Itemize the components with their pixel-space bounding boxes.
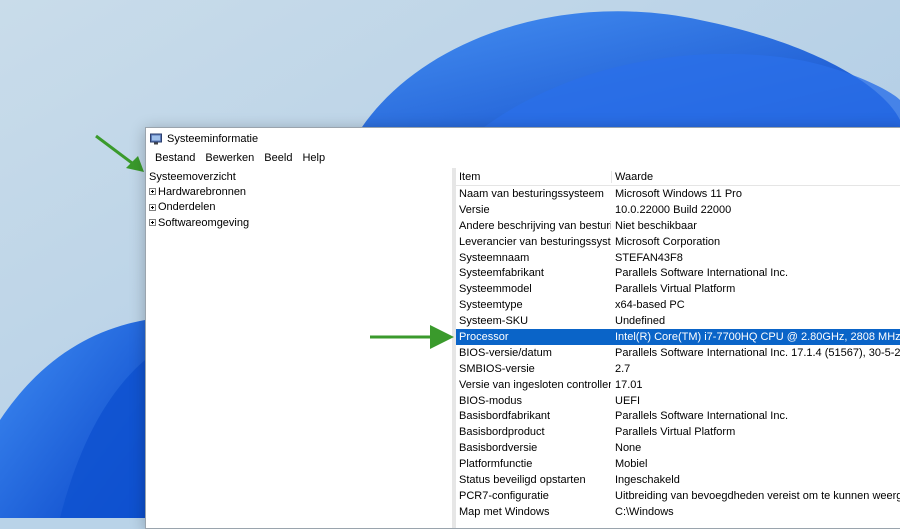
row-item: Naam van besturingssysteem [459,187,604,200]
menu-bewerken[interactable]: Bewerken [200,152,259,164]
window-title: Systeeminformatie [167,133,259,145]
tree-item-systeemoverzicht[interactable]: Systeemoverzicht [146,170,452,184]
tree-item-label: Hardwarebronnen [158,185,247,198]
row-item: Systeemfabrikant [459,267,544,280]
row-item: Systeemtype [459,299,523,312]
table-row[interactable]: Systeemtype x64-based PC [456,297,900,313]
details-list: Item Waarde Naam van besturingssysteem Mi… [456,168,900,528]
tree-item-onderdelen[interactable]: Onderdelen [146,200,452,216]
row-value: UEFI [615,394,641,407]
column-header-item[interactable]: Item [456,171,611,183]
green-arrow-icon [370,325,454,349]
row-item: Basisbordfabrikant [459,410,551,423]
row-value: 17.01 [615,378,643,391]
table-row[interactable]: Systeemfabrikant Parallels Software Inter… [456,265,900,281]
row-value: Microsoft Windows 11 Pro [615,187,742,200]
row-item: Basisbordversie [459,442,538,455]
row-item: Map met Windows [459,505,550,518]
row-value: Niet beschikbaar [615,219,697,232]
menu-bar: Bestand Bewerken Beeld Help [146,150,900,166]
row-item: PCR7-configuratie [459,489,549,502]
table-row[interactable]: SMBIOS-versie 2.7 [456,361,900,377]
table-row[interactable]: Processor Intel(R) Core(TM) i7-7700HQ CPU… [456,329,900,345]
table-row[interactable]: Systeemmodel Parallels Virtual Platform [456,281,900,297]
row-value: None [615,442,642,455]
table-row[interactable]: Andere beschrijving van besturi... Niet b… [456,218,900,234]
system-info-app-icon [150,133,162,145]
menu-beeld[interactable]: Beeld [259,152,297,164]
row-value: C:\Windows [615,505,674,518]
row-item: Platformfunctie [459,458,533,471]
row-value: Parallels Software International Inc. [615,267,789,280]
row-item: Basisbordproduct [459,426,545,439]
list-header: Item Waarde [456,168,900,186]
system-information-window: Systeeminformatie Bestand Bewerken Beeld… [145,127,900,529]
table-row[interactable]: Status beveiligd opstarten Ingeschakeld [456,472,900,488]
list-rows: Naam van besturingssysteem Microsoft Wind… [456,186,900,520]
green-arrow-icon [95,134,144,172]
row-item: Versie van ingesloten controller [459,378,611,391]
table-row[interactable]: Leverancier van besturingssyste... Micros… [456,234,900,250]
row-value: Parallels Software International Inc. 17… [615,346,900,359]
row-value: Microsoft Corporation [615,235,721,248]
expand-plus-icon[interactable] [149,219,156,227]
row-value: Ingeschakeld [615,473,680,486]
table-row[interactable]: Naam van besturingssysteem Microsoft Wind… [456,186,900,202]
table-row[interactable]: Versie van ingesloten controller 17.01 [456,377,900,393]
row-value: Mobiel [615,458,648,471]
table-row[interactable]: Map met Windows C:\Windows [456,504,900,520]
window-content: Systeemoverzicht Hardwarebronnen Onderde… [146,168,900,528]
row-value: 2.7 [615,362,631,375]
row-value: x64-based PC [615,299,685,312]
table-row[interactable]: PCR7-configuratie Uitbreiding van bevoegd… [456,488,900,504]
column-header-value[interactable]: Waarde [611,170,900,183]
row-value: Uitbreiding van bevoegdheden vereist om … [615,489,900,502]
row-value: Intel(R) Core(TM) i7-7700HQ CPU @ 2.80GH… [615,330,900,343]
expand-plus-icon[interactable] [149,188,156,196]
table-row[interactable]: Platformfunctie Mobiel [456,456,900,472]
row-value: STEFAN43F8 [615,251,683,264]
table-row[interactable]: Basisbordversie None [456,440,900,456]
row-item: Processor [459,330,509,343]
row-value: 10.0.22000 Build 22000 [615,203,732,216]
menu-bestand[interactable]: Bestand [150,152,200,164]
row-item: Status beveiligd opstarten [459,473,586,486]
table-row[interactable]: Basisbordfabrikant Parallels Software Int… [456,408,900,424]
table-row[interactable]: BIOS-modus UEFI [456,393,900,409]
table-row[interactable]: Systeemnaam STEFAN43F8 [456,250,900,266]
expand-plus-icon[interactable] [149,203,156,211]
row-item: BIOS-versie/datum [459,346,552,359]
table-row[interactable]: Basisbordproduct Parallels Virtual Platfo… [456,424,900,440]
row-value: Undefined [615,315,666,328]
row-item: Andere beschrijving van besturi... [459,219,611,232]
row-item: Systeem-SKU [459,315,529,328]
row-item: BIOS-modus [459,394,522,407]
row-item: Systeemnaam [459,251,530,264]
table-row[interactable]: Versie 10.0.22000 Build 22000 [456,202,900,218]
tree-item-label: Onderdelen [158,201,216,214]
row-value: Parallels Virtual Platform [615,426,736,439]
row-value: Parallels Virtual Platform [615,283,736,296]
title-bar[interactable]: Systeeminformatie [146,128,900,150]
tree-item-hardwarebronnen[interactable]: Hardwarebronnen [146,184,452,200]
row-value: Parallels Software International Inc. [615,410,789,423]
table-row[interactable]: Systeem-SKU Undefined [456,313,900,329]
menu-help[interactable]: Help [297,152,330,164]
row-item: SMBIOS-versie [459,362,535,375]
tree-item-label: Softwareomgeving [158,216,250,229]
table-row[interactable]: BIOS-versie/datum Parallels Software Inte… [456,345,900,361]
tree-item-softwareomgeving[interactable]: Softwareomgeving [146,215,452,231]
row-item: Leverancier van besturingssyste... [459,235,611,248]
row-item: Versie [459,203,490,216]
row-item: Systeemmodel [459,283,532,296]
